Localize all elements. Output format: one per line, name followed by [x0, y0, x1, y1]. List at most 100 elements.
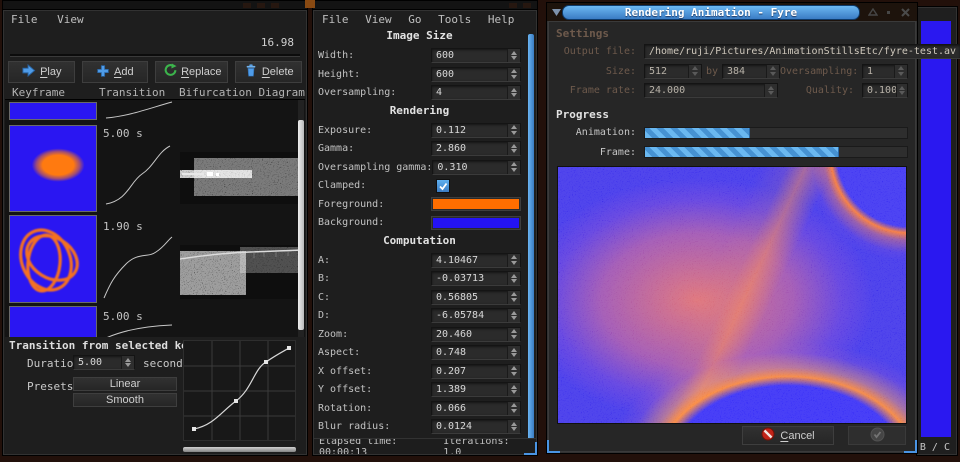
curve-editor-scrollbar[interactable] [183, 447, 296, 452]
spin-buttons[interactable] [507, 402, 520, 415]
menu-file[interactable]: File [11, 13, 38, 26]
column-header-bifurcation[interactable]: Bifurcation Diagram [179, 86, 305, 99]
ok-button[interactable] [848, 426, 906, 445]
keyframe-thumbnail[interactable] [9, 102, 97, 120]
gamma-input[interactable]: 2.860 [431, 141, 521, 156]
spin-buttons[interactable] [507, 142, 520, 155]
resize-grip[interactable] [904, 440, 917, 453]
x-offset-input[interactable]: 0.207 [431, 364, 521, 379]
b-input[interactable]: -0.03713 [431, 271, 521, 286]
transition-curve-cell[interactable] [100, 232, 176, 302]
seek-slider[interactable] [10, 54, 300, 57]
y-offset-input[interactable]: 1.389 [431, 382, 521, 397]
delete-button[interactable]: Delete [235, 61, 302, 83]
blur-radius-input[interactable]: 0.0124 [431, 419, 521, 434]
transition-curve-cell[interactable] [100, 100, 176, 120]
cancel-button[interactable]: Cancel [742, 426, 834, 445]
resize-grip[interactable] [547, 440, 560, 453]
quality-input[interactable]: 0.100 [862, 83, 908, 98]
size-width-input[interactable]: 512 [644, 64, 702, 79]
aspect-input[interactable]: 0.748 [431, 345, 521, 360]
preset-smooth-button[interactable]: Smooth [73, 393, 177, 407]
c-input[interactable]: 0.56805 [431, 290, 521, 305]
color-swatch [433, 218, 519, 228]
spin-buttons[interactable] [766, 65, 779, 78]
replace-button[interactable]: Replace [155, 61, 228, 83]
spin-buttons[interactable] [507, 420, 520, 433]
spin-buttons[interactable] [896, 84, 907, 97]
column-header-keyframe[interactable]: Keyframe [12, 86, 65, 99]
spin-buttons[interactable] [507, 68, 520, 81]
close-icon[interactable] [899, 6, 911, 18]
quality-label: Quality: [778, 85, 862, 96]
window-menu-icon[interactable] [550, 6, 562, 18]
column-header-transition[interactable]: Transition [99, 86, 165, 99]
spin-buttons[interactable] [507, 272, 520, 285]
dialog-title: Rendering Animation - Fyre [625, 7, 797, 18]
foreground-color-button[interactable] [431, 197, 521, 211]
spin-buttons[interactable] [507, 124, 520, 137]
zoom-input[interactable]: 20.460 [431, 327, 521, 342]
spin-buttons[interactable] [507, 161, 520, 174]
menu-view[interactable]: View [365, 13, 392, 26]
parameters-scrollbar[interactable] [528, 34, 534, 441]
maximize-icon[interactable] [867, 6, 879, 18]
height-input[interactable]: 600 [431, 67, 521, 82]
preset-linear-button[interactable]: Linear [73, 377, 177, 391]
spin-buttons[interactable] [764, 84, 777, 97]
menu-go[interactable]: Go [408, 13, 421, 26]
spin-buttons[interactable] [507, 383, 520, 396]
menu-file[interactable]: File [322, 13, 349, 26]
spin-buttons[interactable] [507, 365, 520, 378]
menu-view[interactable]: View [57, 13, 84, 26]
spin-buttons[interactable] [688, 65, 701, 78]
scrollbar-thumb[interactable] [528, 34, 534, 441]
clamped-checkbox[interactable] [436, 179, 450, 193]
add-label: Add [114, 66, 134, 78]
spin-buttons[interactable] [507, 346, 520, 359]
transition-curve-cell[interactable] [100, 140, 176, 210]
output-file-input[interactable]: /home/ruji/Pictures/AnimationStillsEtc/f… [644, 44, 960, 59]
keyframe-thumbnail[interactable] [9, 306, 97, 337]
resize-grip[interactable] [524, 442, 537, 455]
spin-buttons[interactable] [507, 309, 520, 322]
spin-buttons[interactable] [507, 291, 520, 304]
a-input[interactable]: 4.10467 [431, 253, 521, 268]
oversampling-input[interactable]: 4 [431, 85, 521, 100]
keyframe-thumbnail[interactable] [9, 125, 97, 212]
add-button[interactable]: Add [82, 61, 149, 83]
spin-buttons[interactable] [507, 254, 520, 267]
dialog-actions: Cancel [556, 424, 908, 448]
menu-help[interactable]: Help [488, 13, 515, 26]
play-button[interactable]: Play [8, 61, 75, 83]
exposure-input[interactable]: 0.112 [431, 123, 521, 138]
keyframe-thumbnail[interactable] [9, 215, 97, 303]
oversampling-input[interactable]: 1 [862, 64, 908, 79]
spin-buttons[interactable] [507, 328, 520, 341]
field-row-a: A:4.10467 [318, 253, 521, 268]
rotation-input[interactable]: 0.066 [431, 401, 521, 416]
d-input[interactable]: -6.05784 [431, 308, 521, 323]
duration-input[interactable]: 5.00 [73, 355, 135, 370]
background-color-button[interactable] [431, 216, 521, 230]
menu-tools[interactable]: Tools [438, 13, 471, 26]
transition-curve-editor[interactable] [183, 340, 296, 441]
spin-buttons[interactable] [894, 65, 907, 78]
y-offset-label: Y offset: [318, 384, 431, 395]
height-value: 600 [432, 68, 458, 81]
transition-curve-cell[interactable] [100, 322, 176, 337]
width-input[interactable]: 600 [431, 48, 521, 63]
minimize-icon[interactable] [882, 6, 894, 18]
oversampling-gamma-input[interactable]: 0.310 [432, 160, 521, 175]
gamma-label: Gamma: [318, 143, 431, 154]
spin-buttons[interactable] [507, 86, 520, 99]
scrollbar-thumb[interactable] [298, 120, 304, 330]
dialog-titlebar[interactable]: Rendering Animation - Fyre [547, 3, 917, 21]
spin-buttons[interactable] [121, 356, 134, 369]
size-height-input[interactable]: 384 [722, 64, 780, 79]
spin-buttons[interactable] [507, 49, 520, 62]
menubar: File View Go Tools Help [322, 13, 524, 26]
keyframe-list-scrollbar[interactable] [298, 100, 304, 337]
frame-rate-input[interactable]: 24.000 [644, 83, 778, 98]
replace-label: Replace [181, 66, 221, 78]
